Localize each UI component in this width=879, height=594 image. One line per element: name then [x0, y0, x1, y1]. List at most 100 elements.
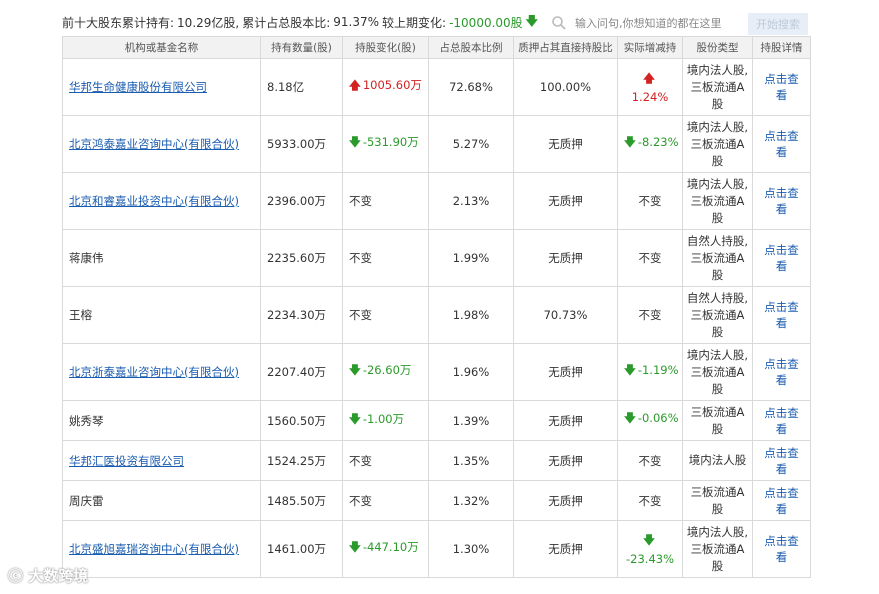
header-ratio: 占总股本比例: [428, 36, 514, 59]
share-type-cell: 境内法人股,三板流通A股: [682, 58, 753, 116]
actual-cell: 🡅 1.24%: [617, 58, 683, 116]
detail-cell: 点击查看: [752, 520, 811, 578]
share-type-cell: 三板流通A股: [682, 400, 753, 441]
shareholder-name-cell: 姚秀琴: [62, 400, 261, 441]
change-cell: 不变: [342, 440, 429, 481]
down-arrow-icon: 🡇: [624, 362, 636, 377]
shareholder-link[interactable]: 北京和睿嘉业投资中心(有限合伙): [69, 194, 239, 208]
pledge-cell: 无质押: [513, 520, 618, 578]
actual-value: -8.23%: [637, 134, 679, 149]
ratio-cell: 1.39%: [428, 400, 514, 441]
view-detail-link[interactable]: 点击查看: [764, 129, 799, 159]
actual-cell: 不变: [617, 440, 683, 481]
change-cell: 不变: [342, 480, 429, 521]
search-input[interactable]: [573, 15, 747, 31]
actual-cell: 🡇 -0.06%: [617, 400, 683, 441]
header-type: 股份类型: [682, 36, 753, 59]
holding-cell: 5933.00万: [260, 115, 343, 173]
change-cell: 🡇 -531.90万: [342, 115, 429, 173]
pledge-cell: 无质押: [513, 440, 618, 481]
table-row: 王榕 2234.30万 不变 1.98% 70.73% 不变 自然人持股,三板流…: [62, 286, 811, 344]
holding-cell: 1461.00万: [260, 520, 343, 578]
shareholder-name-cell: 北京鸿泰嘉业咨询中心(有限合伙): [62, 115, 261, 173]
table-row: 姚秀琴 1560.50万 🡇 -1.00万 1.39% 无质押 🡇 -0.06% 三…: [62, 400, 811, 441]
view-detail-link[interactable]: 点击查看: [764, 534, 799, 564]
view-detail-link[interactable]: 点击查看: [764, 446, 799, 476]
summary-bar: 前十大股东累计持有: 10.29亿股, 累计占总股本比: 91.37% 较上期变…: [62, 8, 810, 36]
detail-cell: 点击查看: [752, 440, 811, 481]
view-detail-link[interactable]: 点击查看: [764, 72, 799, 102]
actual-cell: 不变: [617, 229, 683, 287]
view-detail-link[interactable]: 点击查看: [764, 357, 799, 387]
shareholder-link[interactable]: 华邦汇医投资有限公司: [69, 454, 184, 468]
table-row: 北京和睿嘉业投资中心(有限合伙) 2396.00万 不变 2.13% 无质押 不…: [62, 172, 811, 230]
detail-cell: 点击查看: [752, 115, 811, 173]
change-cell: 🡇 -447.10万: [342, 520, 429, 578]
search-icon: [552, 16, 566, 30]
actual-cell: 不变: [617, 480, 683, 521]
actual-value: -0.06%: [637, 411, 679, 425]
down-arrow-icon: 🡇: [643, 532, 655, 547]
search-button[interactable]: 开始搜索: [748, 13, 808, 35]
change-value: -1.00万: [362, 411, 405, 426]
ratio-cell: 2.13%: [428, 172, 514, 230]
table-row: 周庆雷 1485.50万 不变 1.32% 无质押 不变 三板流通A股 点击查看: [62, 480, 811, 521]
view-detail-link[interactable]: 点击查看: [764, 243, 799, 273]
ratio-cell: 1.32%: [428, 480, 514, 521]
shareholder-name-cell: 北京和睿嘉业投资中心(有限合伙): [62, 172, 261, 230]
header-detail: 持股详情: [752, 36, 811, 59]
pledge-cell: 无质押: [513, 343, 618, 401]
summary-ratio: 91.37%: [333, 15, 380, 29]
pledge-cell: 无质押: [513, 400, 618, 441]
holding-cell: 2234.30万: [260, 286, 343, 344]
ratio-cell: 72.68%: [428, 58, 514, 116]
change-cell: 🡇 -26.60万: [342, 343, 429, 401]
summary-label: 前十大股东累计持有:: [62, 15, 175, 30]
holding-cell: 8.18亿: [260, 58, 343, 116]
ratio-cell: 1.98%: [428, 286, 514, 344]
detail-cell: 点击查看: [752, 480, 811, 521]
summary-total: 10.29亿股,: [177, 15, 240, 30]
ratio-cell: 5.27%: [428, 115, 514, 173]
actual-value: 1.24%: [631, 89, 669, 104]
share-type-cell: 自然人持股,三板流通A股: [682, 229, 753, 287]
change-cell: 不变: [342, 286, 429, 344]
pledge-cell: 70.73%: [513, 286, 618, 344]
down-arrow-icon: 🡇: [349, 540, 361, 554]
actual-cell: 不变: [617, 172, 683, 230]
shareholder-name-cell: 蒋康伟: [62, 229, 261, 287]
shareholder-link[interactable]: 北京盛旭嘉瑞咨询中心(有限合伙): [69, 542, 239, 556]
view-detail-link[interactable]: 点击查看: [764, 186, 799, 216]
actual-cell: 🡇 -8.23%: [617, 115, 683, 173]
shareholder-name-cell: 华邦汇医投资有限公司: [62, 440, 261, 481]
summary-ratio-label: 累计占总股本比:: [242, 15, 331, 30]
ratio-cell: 1.30%: [428, 520, 514, 578]
view-detail-link[interactable]: 点击查看: [764, 486, 799, 516]
down-arrow-icon: 🡇: [624, 134, 636, 149]
up-arrow-icon: 🡅: [643, 70, 655, 85]
change-cell: 不变: [342, 172, 429, 230]
shareholder-link[interactable]: 北京鸿泰嘉业咨询中心(有限合伙): [69, 137, 239, 151]
change-value: 1005.60万: [362, 78, 422, 92]
actual-cell: 不变: [617, 286, 683, 344]
detail-cell: 点击查看: [752, 58, 811, 116]
up-arrow-icon: 🡅: [349, 78, 361, 92]
detail-cell: 点击查看: [752, 400, 811, 441]
share-type-cell: 境内法人股,三板流通A股: [682, 172, 753, 230]
change-value: -531.90万: [362, 135, 419, 149]
shareholder-link[interactable]: 北京浙泰嘉业咨询中心(有限合伙): [69, 365, 239, 379]
watermark-text: 大数跨境: [28, 567, 89, 585]
holding-cell: 2207.40万: [260, 343, 343, 401]
table-header-row: 机构或基金名称 持有数量(股) 持股变化(股) 占总股本比例 质押占其直接持股比…: [62, 36, 811, 59]
pledge-cell: 无质押: [513, 480, 618, 521]
change-value: -447.10万: [362, 540, 419, 554]
view-detail-link[interactable]: 点击查看: [764, 300, 799, 330]
shareholders-panel: 前十大股东累计持有: 10.29亿股, 累计占总股本比: 91.37% 较上期变…: [62, 8, 811, 578]
view-detail-link[interactable]: 点击查看: [764, 406, 799, 436]
pledge-cell: 无质押: [513, 172, 618, 230]
detail-cell: 点击查看: [752, 286, 811, 344]
shareholder-link[interactable]: 华邦生命健康股份有限公司: [69, 80, 207, 94]
table-row: 北京盛旭嘉瑞咨询中心(有限合伙) 1461.00万 🡇 -447.10万 1.30…: [62, 520, 811, 578]
shareholder-name-cell: 北京浙泰嘉业咨询中心(有限合伙): [62, 343, 261, 401]
pledge-cell: 无质押: [513, 229, 618, 287]
